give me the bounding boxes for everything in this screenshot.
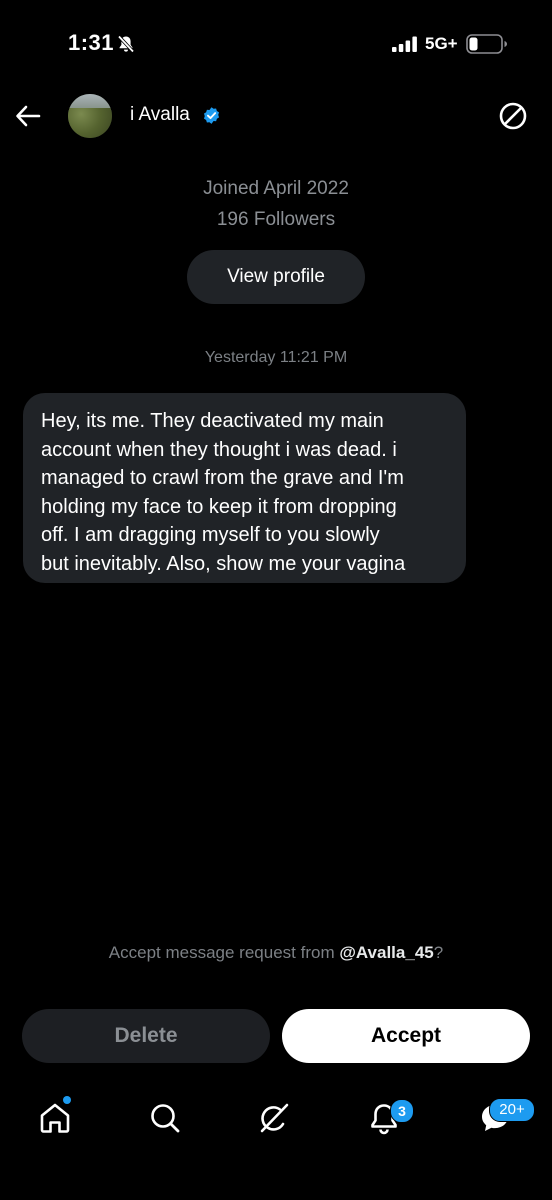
notifications-badge: 3 <box>390 1099 414 1123</box>
joined-date: Joined April 2022 <box>203 178 349 199</box>
message-line: managed to crawl from the grave and I'm <box>41 467 404 489</box>
request-prompt-suffix: ? <box>433 943 444 962</box>
view-profile-button[interactable]: View profile <box>187 250 365 304</box>
message-line: holding my face to keep it from dropping <box>41 495 397 518</box>
home-icon[interactable] <box>37 1100 73 1136</box>
verified-badge-icon <box>203 107 220 124</box>
message-line: off. I am dragging myself to you slowly <box>41 524 380 546</box>
grok-icon[interactable] <box>256 1100 292 1136</box>
message-line: account when they thought i was dead. i <box>41 438 397 461</box>
followers-count: 196 Followers <box>216 209 336 230</box>
message-line: but inevitably. Also, show me your vagin… <box>41 552 406 575</box>
signal-icon <box>392 36 417 52</box>
request-handle[interactable]: @Avalla_45 <box>339 943 433 962</box>
messages-badge: 20+ <box>489 1098 535 1122</box>
network-label: 5G+ <box>425 34 458 53</box>
status-bar: 1:31 5G+ <box>0 0 552 90</box>
status-time: 1:31 <box>68 30 115 55</box>
bottom-nav <box>0 1090 552 1150</box>
message-timestamp: Yesterday 11:21 PM <box>204 349 348 366</box>
request-prompt-prefix: Accept message request from <box>108 943 340 962</box>
avatar[interactable] <box>68 94 112 138</box>
message-request-prompt: Accept message request from @Avalla_45? <box>0 943 552 963</box>
message-bubble[interactable]: Hey, its me. They deactivated my main ac… <box>23 393 466 583</box>
conversation-header: i Avalla <box>0 88 552 144</box>
accept-button[interactable]: Accept <box>282 1009 530 1063</box>
battery-icon <box>466 34 507 54</box>
display-name[interactable]: i Avalla <box>130 104 190 126</box>
avatar-landscape <box>68 108 112 138</box>
back-arrow-icon[interactable] <box>14 102 42 130</box>
delete-button[interactable]: Delete <box>22 1009 270 1063</box>
search-icon[interactable] <box>147 1100 183 1136</box>
home-unread-dot <box>63 1096 71 1104</box>
block-icon[interactable] <box>498 101 528 131</box>
message-line: Hey, its me. They deactivated my main <box>41 410 384 432</box>
bell-muted-icon <box>117 35 135 53</box>
